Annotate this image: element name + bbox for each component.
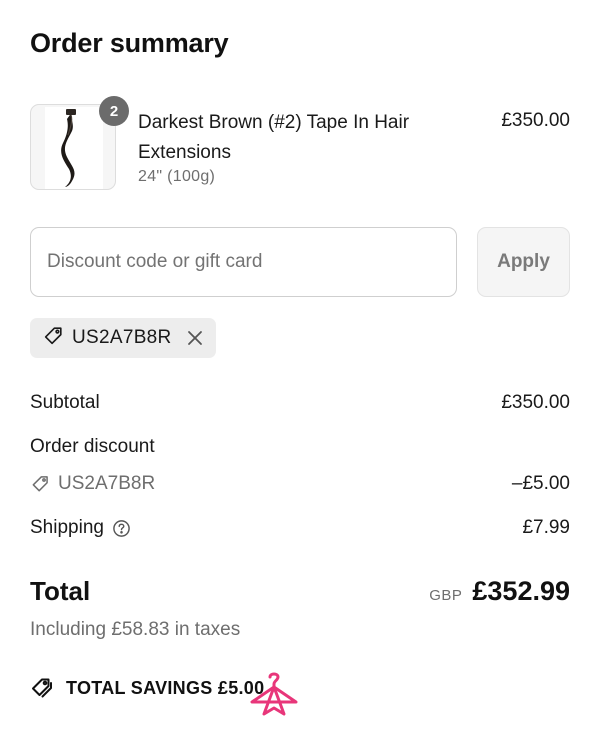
product-thumbnail: 2 bbox=[30, 96, 129, 190]
applied-code-text: US2A7B8R bbox=[72, 327, 172, 348]
total-savings: TOTAL SAVINGS £5.00 bbox=[30, 676, 264, 700]
close-icon[interactable] bbox=[186, 329, 204, 347]
product-price: £350.00 bbox=[501, 110, 570, 131]
product-image bbox=[45, 107, 103, 189]
tag-icon bbox=[42, 325, 64, 352]
order-discount-code: US2A7B8R bbox=[30, 473, 155, 495]
page-title: Order summary bbox=[30, 28, 229, 58]
total-amount-group: GBP £352.99 bbox=[429, 576, 570, 607]
question-circle-icon[interactable] bbox=[112, 519, 131, 538]
hanger-logo-icon bbox=[246, 668, 302, 729]
shipping-label: Shipping bbox=[30, 517, 104, 538]
currency-code: GBP bbox=[429, 587, 463, 604]
tag-icon bbox=[30, 474, 50, 494]
subtotal-label: Subtotal bbox=[30, 392, 100, 413]
product-variant: 24" (100g) bbox=[138, 168, 216, 185]
shipping-row: Shipping bbox=[30, 517, 131, 539]
total-savings-text: TOTAL SAVINGS £5.00 bbox=[66, 677, 265, 698]
product-name: Darkest Brown (#2) Tape In Hair Extensio… bbox=[138, 112, 410, 163]
apply-button[interactable]: Apply bbox=[477, 227, 570, 297]
order-discount-label: Order discount bbox=[30, 436, 155, 457]
double-tag-icon bbox=[30, 676, 54, 700]
quantity-badge: 2 bbox=[99, 96, 129, 126]
applied-discount-chip: US2A7B8R bbox=[30, 318, 216, 358]
subtotal-value: £350.00 bbox=[501, 392, 570, 413]
discount-value: –£5.00 bbox=[511, 473, 570, 494]
discount-code-text: US2A7B8R bbox=[58, 473, 156, 494]
taxes-note: Including £58.83 in taxes bbox=[30, 619, 241, 640]
shipping-value: £7.99 bbox=[522, 517, 570, 538]
total-label: Total bbox=[30, 576, 91, 606]
total-amount: £352.99 bbox=[472, 576, 570, 606]
discount-code-input[interactable] bbox=[30, 227, 457, 297]
